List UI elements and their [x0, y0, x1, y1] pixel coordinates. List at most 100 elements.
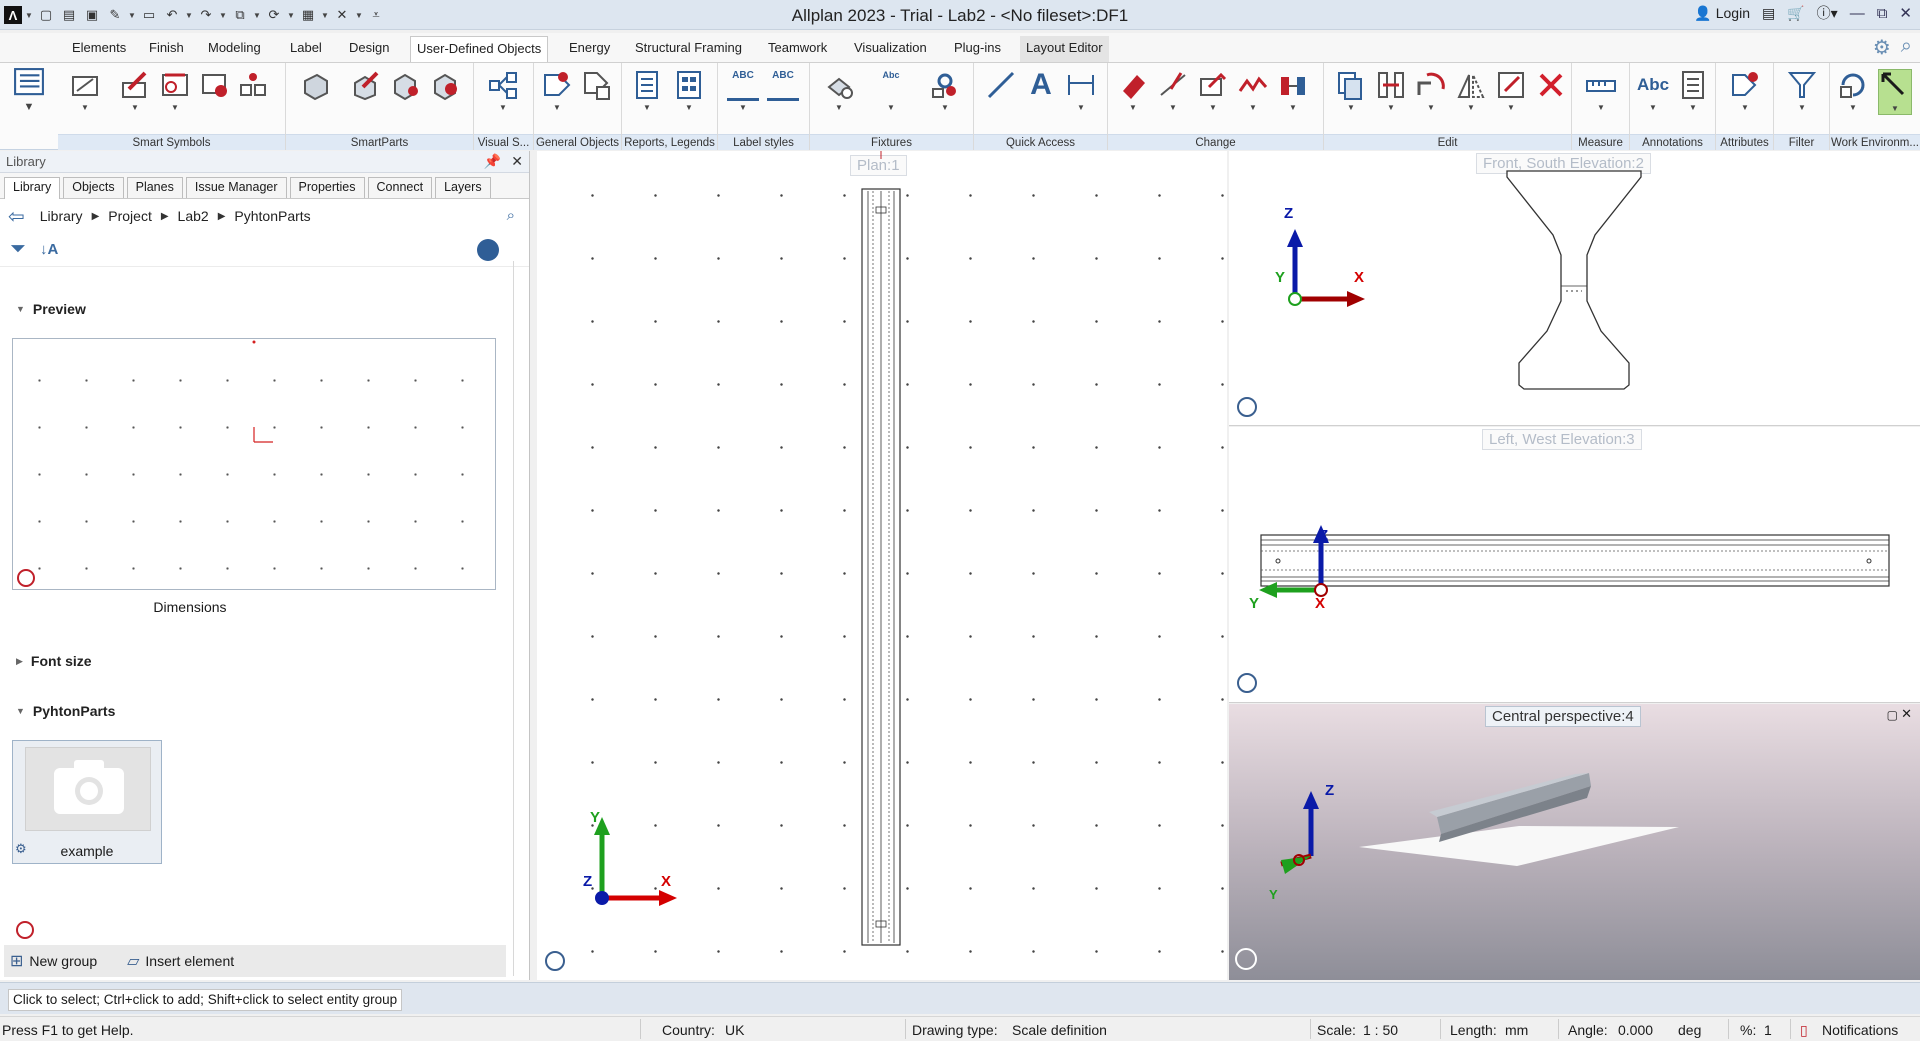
tab-plug-ins[interactable]: Plug-ins — [948, 36, 1007, 62]
select-mode-button[interactable]: ▼ — [1878, 69, 1912, 115]
library-item-example[interactable]: ⚙ example — [12, 740, 162, 864]
chevron-down-icon[interactable]: ▼ — [128, 11, 136, 20]
tab-finish[interactable]: Finish — [143, 36, 190, 62]
copy-icon[interactable]: ⧉ — [230, 5, 250, 25]
tab-label[interactable]: Label — [284, 36, 328, 62]
create-symbol-button[interactable]: ▼ — [118, 69, 152, 115]
notifications-button[interactable]: Notifications — [1822, 1022, 1898, 1038]
navigation-icon[interactable] — [1237, 673, 1257, 693]
edit-icon[interactable]: ✎ — [105, 5, 125, 25]
modify-format-button[interactable]: ▼ — [1116, 69, 1150, 115]
breadcrumb-item[interactable]: PyhtonParts — [234, 208, 310, 224]
save-icon[interactable]: ▣ — [82, 5, 102, 25]
open-project-icon[interactable]: ▤ — [59, 5, 79, 25]
smartpart-catalog-button[interactable] — [388, 69, 422, 115]
angle-unit[interactable]: deg — [1678, 1022, 1701, 1038]
line-button[interactable] — [984, 69, 1018, 115]
scale-value[interactable]: 1 : 50 — [1363, 1022, 1398, 1038]
globe-icon[interactable] — [477, 239, 499, 261]
rotate-button[interactable]: ▼ — [1414, 69, 1448, 115]
shop-icon[interactable]: 🛒 — [1787, 5, 1804, 22]
tab-visualization[interactable]: Visualization — [848, 36, 933, 62]
tab-connect[interactable]: Connect — [367, 177, 433, 198]
navigation-icon[interactable] — [1237, 397, 1257, 417]
smartpart-modify-button[interactable] — [428, 69, 462, 115]
visual-scripting-button[interactable]: ▼ — [486, 69, 520, 115]
tab-design[interactable]: Design — [343, 36, 395, 62]
library-button[interactable]: ▼ — [4, 67, 54, 129]
viewport-central-perspective[interactable]: Central perspective:4 ▢ ✕ Z Y — [1229, 704, 1920, 980]
attributes-button[interactable]: ▼ — [1728, 69, 1762, 115]
country-value[interactable]: UK — [725, 1022, 744, 1038]
navigation-icon[interactable] — [17, 569, 35, 587]
close-icon[interactable]: ✕ — [511, 153, 523, 170]
annotation-document-button[interactable]: ▼ — [1676, 69, 1710, 115]
undo-icon[interactable]: ↶ — [162, 5, 182, 25]
filter-icon[interactable]: ⏷ — [10, 238, 26, 261]
navigation-icon[interactable] — [1235, 948, 1257, 970]
stretch-button[interactable]: ▼ — [1494, 69, 1528, 115]
help-icon[interactable]: ⓘ▾ — [1817, 3, 1838, 23]
breadcrumb-item[interactable]: Lab2 — [178, 208, 209, 224]
modify-polyline-button[interactable]: ▼ — [1236, 69, 1270, 115]
chevron-down-icon[interactable]: ▼ — [355, 11, 363, 20]
pin-icon[interactable]: 📌 — [484, 153, 501, 170]
tab-user-defined-objects[interactable]: User-Defined Objects — [410, 36, 549, 62]
chevron-down-icon[interactable]: ▼ — [253, 11, 261, 20]
dimension-line-button[interactable]: ▼ — [1064, 69, 1098, 115]
new-file-icon[interactable]: ▢ — [36, 5, 56, 25]
search-icon[interactable]: ⌕ — [507, 207, 515, 224]
fixture-label-button[interactable]: Abc ▼ — [874, 69, 908, 115]
tools-icon[interactable]: ✕ — [332, 5, 352, 25]
library-scrollbar[interactable] — [513, 261, 525, 976]
close-icon[interactable]: ✕ — [1899, 4, 1912, 22]
font-size-section-header[interactable]: ▶ Font size — [16, 653, 92, 669]
move-button[interactable]: ▼ — [1374, 69, 1408, 115]
tab-modeling[interactable]: Modeling — [202, 36, 267, 62]
sort-az-icon[interactable]: ↓A — [40, 241, 58, 258]
measure-button[interactable]: ▼ — [1584, 69, 1618, 115]
viewport-left-elevation[interactable]: Left, West Elevation:3 Z X Y — [1229, 427, 1920, 703]
tab-properties[interactable]: Properties — [289, 177, 365, 198]
tab-layers[interactable]: Layers — [435, 177, 491, 198]
layout-icon[interactable]: ▦ — [298, 5, 318, 25]
settings-menu-icon[interactable]: ▤ — [1762, 5, 1775, 22]
preview-window[interactable] — [12, 338, 496, 590]
tab-library[interactable]: Library — [4, 177, 61, 199]
length-unit[interactable]: mm — [1505, 1022, 1528, 1038]
label-style-button[interactable]: ABC ▼ — [726, 69, 760, 115]
fixture-settings-button[interactable]: ▼ — [928, 69, 962, 115]
minimize-icon[interactable]: — — [1850, 5, 1865, 22]
notification-icon[interactable]: ▯ — [1800, 1022, 1808, 1039]
breadcrumb-item[interactable]: Library — [40, 208, 83, 224]
tab-structural-framing[interactable]: Structural Framing — [629, 36, 748, 62]
redo-icon[interactable]: ↷ — [196, 5, 216, 25]
customize-icon[interactable]: ⩡ — [366, 5, 386, 25]
chevron-down-icon[interactable]: ▼ — [287, 11, 295, 20]
insert-element-button[interactable]: ▱ Insert element — [127, 951, 234, 971]
navigation-icon[interactable] — [545, 951, 565, 971]
modify-points-button[interactable]: ▼ — [1196, 69, 1230, 115]
delete-button[interactable] — [1534, 69, 1568, 115]
restore-icon[interactable]: ⧉ — [1877, 5, 1888, 22]
tab-energy[interactable]: Energy — [563, 36, 616, 62]
breadcrumb-item[interactable]: Project — [108, 208, 152, 224]
chevron-down-icon[interactable]: ▼ — [321, 11, 329, 20]
tab-elements[interactable]: Elements — [66, 36, 132, 62]
drawing-type-value[interactable]: Scale definition — [1012, 1022, 1107, 1038]
tab-objects[interactable]: Objects — [63, 177, 124, 198]
navigation-icon[interactable] — [16, 921, 34, 939]
general-object-button[interactable]: ▼ — [540, 69, 574, 115]
tab-issue-manager[interactable]: Issue Manager — [185, 177, 287, 198]
refresh-icon[interactable]: ⟳ — [264, 5, 284, 25]
annotation-text-button[interactable]: Abc ▼ — [1636, 69, 1670, 115]
angle-value[interactable]: 0.000 — [1618, 1022, 1653, 1038]
pythonparts-section-header[interactable]: ▼ PyhtonParts — [16, 703, 115, 719]
fixture-button[interactable]: ▼ — [822, 69, 856, 115]
search-icon[interactable]: ⌕ — [1901, 35, 1912, 60]
reports-button[interactable]: ▼ — [630, 69, 664, 115]
modify-element-button[interactable]: ▼ — [1276, 69, 1310, 115]
tab-teamwork[interactable]: Teamwork — [762, 36, 833, 62]
filter-button[interactable]: ▼ — [1785, 69, 1819, 115]
chevron-down-icon[interactable]: ▼ — [219, 11, 227, 20]
